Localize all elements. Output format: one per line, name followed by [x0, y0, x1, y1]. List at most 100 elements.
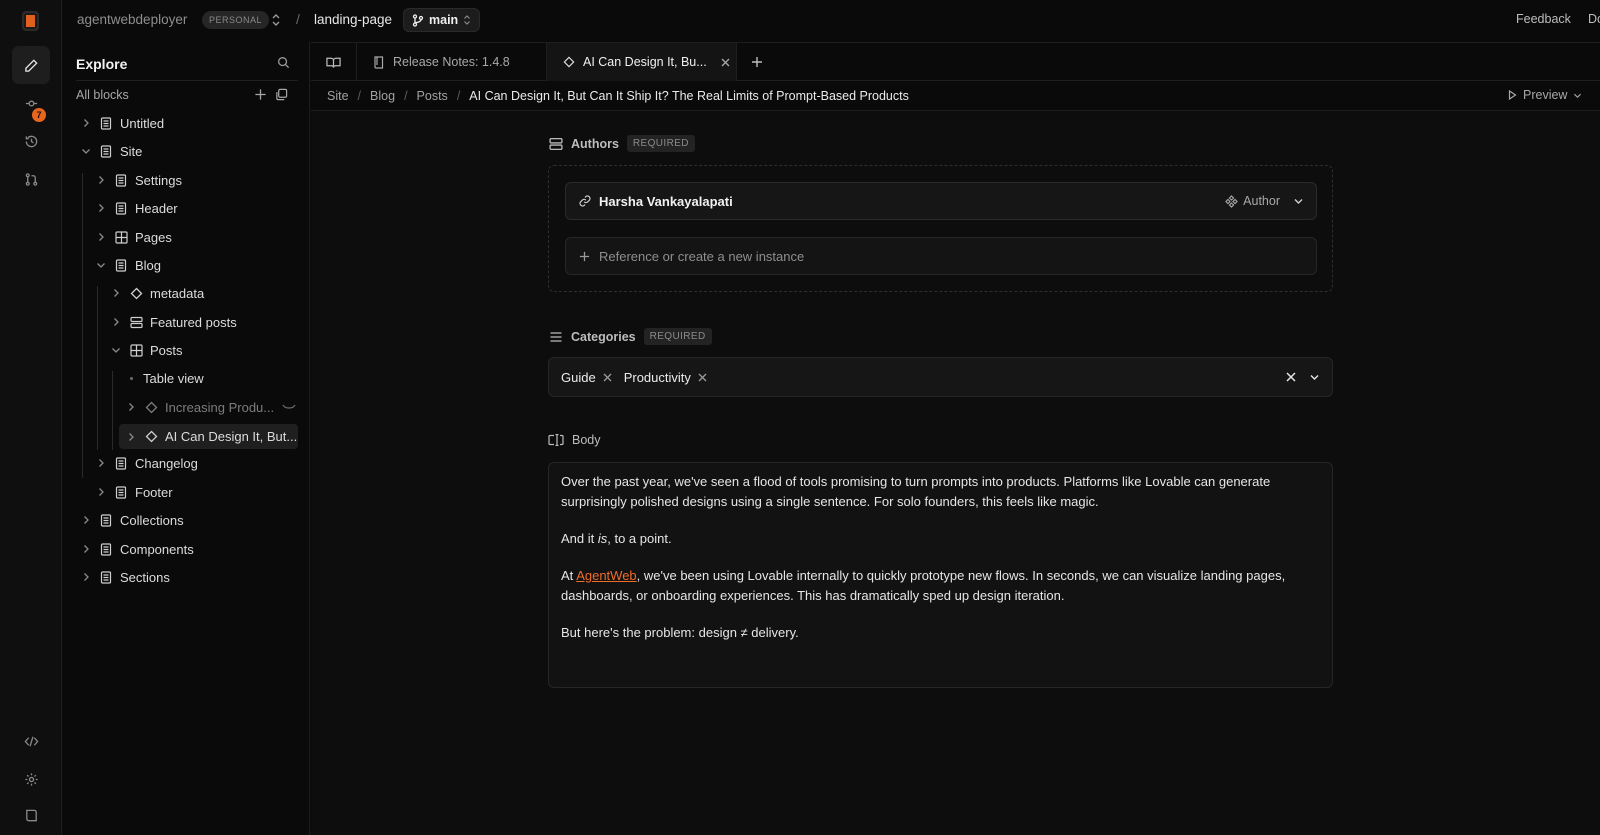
- sidebar-title: Explore: [76, 56, 128, 72]
- tree-item-collections[interactable]: Collections: [78, 509, 184, 531]
- tree-guide: [82, 173, 83, 478]
- categories-field-label: Categories REQUIRED: [549, 328, 712, 345]
- document-icon: [115, 485, 129, 499]
- tree-item-label: AI Can Design It, But...: [165, 429, 298, 444]
- document-icon: [100, 542, 114, 556]
- required-badge: REQUIRED: [626, 135, 695, 152]
- document-icon: [115, 456, 129, 470]
- tree-item-settings[interactable]: Settings: [93, 169, 182, 191]
- chevron-down-icon: [1573, 92, 1582, 99]
- tree-item-label: Site: [120, 143, 143, 159]
- tree-item-label: Blog: [135, 257, 162, 273]
- author-name: Harsha Vankayalapati: [599, 193, 733, 209]
- tree-guide: [112, 371, 113, 450]
- tree-item-footer[interactable]: Footer: [93, 481, 173, 503]
- tree-item-label: Posts: [150, 342, 183, 358]
- tree-item-sections[interactable]: Sections: [78, 566, 170, 588]
- tab-current-post[interactable]: AI Can Design It, Bu...: [547, 43, 737, 81]
- explore-sidebar: Explore All blocks Untitled Site Setting…: [62, 42, 310, 835]
- tree-item-featured-posts[interactable]: Featured posts: [108, 311, 237, 333]
- table-icon: [130, 343, 144, 357]
- chevron-down-icon: [93, 261, 109, 269]
- app-logo[interactable]: [22, 11, 39, 31]
- book-icon[interactable]: [12, 796, 50, 834]
- tree-item-label: Collections: [120, 512, 184, 528]
- tree-item-pages[interactable]: Pages: [93, 226, 172, 248]
- reference-placeholder: Reference or create a new instance: [599, 248, 805, 264]
- chevron-right-icon: [93, 458, 109, 468]
- tree-item-changelog[interactable]: Changelog: [93, 452, 198, 474]
- org-switcher-icon[interactable]: [271, 13, 281, 27]
- reference-create-button[interactable]: Reference or create a new instance: [565, 237, 1317, 275]
- tab-label: Release Notes: 1.4.8: [393, 55, 510, 69]
- remove-chip-icon[interactable]: [698, 373, 707, 382]
- add-block-icon[interactable]: [254, 88, 267, 101]
- chevron-right-icon: [93, 175, 109, 185]
- clear-all-icon[interactable]: [1286, 372, 1296, 382]
- breadcrumb-site[interactable]: Site: [327, 89, 349, 103]
- editor-tabs: Release Notes: 1.4.8 AI Can Design It, B…: [311, 42, 1600, 81]
- tree-item-label: Changelog: [135, 455, 198, 471]
- search-icon[interactable]: [277, 56, 290, 69]
- body-editor[interactable]: Over the past year, we've seen a flood o…: [548, 462, 1333, 688]
- author-type: Author: [1225, 194, 1280, 208]
- author-reference[interactable]: Harsha Vankayalapati Author: [565, 182, 1317, 220]
- branch-name: main: [429, 13, 459, 27]
- code-icon[interactable]: [12, 722, 50, 760]
- tree-item-components[interactable]: Components: [78, 538, 194, 560]
- chevron-down-icon: [108, 346, 124, 354]
- docs-link[interactable]: Do: [1588, 12, 1600, 26]
- tree-item-untitled[interactable]: Untitled: [78, 112, 164, 134]
- close-icon[interactable]: [721, 58, 730, 67]
- project-name[interactable]: landing-page: [314, 12, 392, 27]
- breadcrumb-blog[interactable]: Blog: [370, 89, 395, 103]
- body-paragraph: And it is, to a point.: [561, 529, 1320, 549]
- tree-item-metadata[interactable]: metadata: [108, 282, 204, 304]
- chevron-right-icon: [108, 317, 124, 327]
- chevron-right-icon: [123, 432, 139, 442]
- bullet-icon: [130, 376, 133, 380]
- chevron-down-icon[interactable]: [1309, 373, 1320, 381]
- tree-item-posts[interactable]: Posts: [108, 339, 183, 361]
- preview-button[interactable]: Preview: [1508, 88, 1582, 102]
- chevron-updown-icon: [463, 14, 471, 26]
- chevron-down-icon[interactable]: [1293, 197, 1304, 205]
- tree-item-site[interactable]: Site: [78, 140, 142, 162]
- breadcrumb-separator: /: [456, 88, 461, 103]
- chevron-right-icon: [78, 118, 94, 128]
- feedback-link[interactable]: Feedback: [1516, 12, 1571, 26]
- remove-chip-icon[interactable]: [603, 373, 612, 382]
- tree-item-header[interactable]: Header: [93, 197, 178, 219]
- edit-icon[interactable]: [12, 46, 50, 84]
- breadcrumb-posts[interactable]: Posts: [417, 89, 448, 103]
- play-icon: [1508, 90, 1517, 100]
- settings-icon[interactable]: [12, 760, 50, 798]
- document-icon: [100, 144, 114, 158]
- preview-label: Preview: [1523, 88, 1568, 102]
- open-book-tab[interactable]: [311, 43, 357, 81]
- menu-icon: [549, 331, 563, 343]
- diamond-icon: [563, 56, 575, 68]
- body-text: And it: [561, 531, 598, 546]
- new-tab-button[interactable]: [737, 43, 777, 81]
- tree-item-post-selected[interactable]: AI Can Design It, But...: [119, 424, 298, 449]
- tree-item-blog[interactable]: Blog: [93, 254, 161, 276]
- duplicate-icon[interactable]: [275, 88, 288, 101]
- pull-request-icon[interactable]: [12, 160, 50, 198]
- branch-selector[interactable]: main: [403, 8, 481, 32]
- agentweb-link[interactable]: AgentWeb: [576, 568, 636, 583]
- all-blocks-label: All blocks: [76, 88, 129, 102]
- document-icon: [115, 173, 129, 187]
- required-badge: REQUIRED: [643, 328, 712, 345]
- authors-field-label: Authors REQUIRED: [549, 135, 695, 152]
- category-chip: Productivity: [624, 370, 707, 385]
- org-name[interactable]: agentwebdeployer: [77, 12, 187, 27]
- tab-release-notes[interactable]: Release Notes: 1.4.8: [357, 43, 547, 81]
- tab-label: AI Can Design It, Bu...: [583, 55, 707, 69]
- categories-select[interactable]: Guide Productivity: [548, 357, 1333, 397]
- category-chip: Guide: [561, 370, 612, 385]
- history-icon[interactable]: [12, 122, 50, 160]
- tree-item-table-view[interactable]: Table view: [128, 367, 204, 389]
- tree-item-post[interactable]: Increasing Produ...: [123, 396, 296, 418]
- activity-rail: 7: [0, 0, 62, 835]
